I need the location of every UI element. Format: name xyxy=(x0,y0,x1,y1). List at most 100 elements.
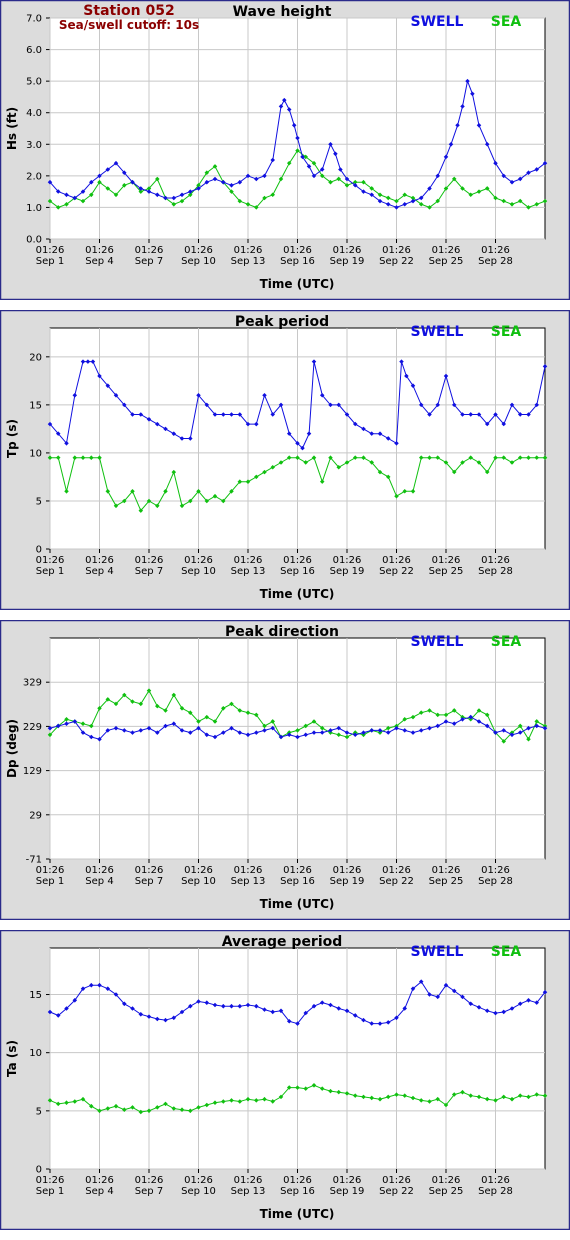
x-tick-time: 01:26 xyxy=(135,865,164,876)
x-tick-date: Sep 25 xyxy=(429,1186,464,1197)
x-tick-date: Sep 19 xyxy=(330,1186,365,1197)
legend-sea: SEA xyxy=(491,14,522,30)
x-tick-date: Sep 28 xyxy=(478,876,513,887)
peak-direction-panel: -71 29 129 229 329 01:26 Sep 1 01:26 Sep 4 01:26 S… xyxy=(0,619,570,921)
x-tick-time: 01:26 xyxy=(283,555,312,566)
x-tick-time: 01:26 xyxy=(234,865,263,876)
x-tick-time: 01:26 xyxy=(36,1175,65,1186)
legend-swell: SWELL xyxy=(411,634,464,650)
x-tick-time: 01:26 xyxy=(36,865,65,876)
x-axis-label: Time (UTC) xyxy=(260,1207,335,1221)
x-tick-time: 01:26 xyxy=(382,555,411,566)
x-tick-time: 01:26 xyxy=(481,1175,510,1186)
x-tick-time: 01:26 xyxy=(184,245,213,256)
y-tick-label: 5.0 xyxy=(26,77,42,88)
x-tick-time: 01:26 xyxy=(481,865,510,876)
x-tick-date: Sep 7 xyxy=(135,256,163,267)
x-tick-date: Sep 16 xyxy=(280,256,315,267)
x-tick-time: 01:26 xyxy=(234,1175,263,1186)
y-tick-label: 5 xyxy=(36,496,42,507)
x-tick-date: Sep 22 xyxy=(379,566,414,577)
x-tick-date: Sep 22 xyxy=(379,876,414,887)
x-tick-date: Sep 19 xyxy=(330,256,365,267)
x-tick-date: Sep 25 xyxy=(429,876,464,887)
x-tick-time: 01:26 xyxy=(333,245,362,256)
peak-direction-chart: -712912922932901:26Sep 101:26Sep 401:26S… xyxy=(0,619,570,921)
x-tick-time: 01:26 xyxy=(135,555,164,566)
x-tick-time: 01:26 xyxy=(234,555,263,566)
x-tick-date: Sep 1 xyxy=(36,1186,64,1197)
legend-sea: SEA xyxy=(491,324,522,340)
x-tick-date: Sep 4 xyxy=(85,876,113,887)
chart-title: Peak direction xyxy=(225,624,339,640)
x-tick-time: 01:26 xyxy=(382,1175,411,1186)
x-tick-date: Sep 16 xyxy=(280,1186,315,1197)
x-tick-date: Sep 28 xyxy=(478,1186,513,1197)
legend-sea: SEA xyxy=(491,634,522,650)
x-tick-time: 01:26 xyxy=(184,555,213,566)
y-tick-label: -71 xyxy=(26,855,42,866)
x-tick-date: Sep 7 xyxy=(135,876,163,887)
x-tick-time: 01:26 xyxy=(333,1175,362,1186)
x-tick-time: 01:26 xyxy=(382,865,411,876)
x-tick-time: 01:26 xyxy=(184,1175,213,1186)
y-tick-label: 6.0 xyxy=(26,45,42,56)
chart-title: Wave height xyxy=(233,4,332,20)
legend-swell: SWELL xyxy=(411,324,464,340)
legend-swell: SWELL xyxy=(411,14,464,30)
legend-swell: SWELL xyxy=(411,944,464,960)
x-tick-date: Sep 16 xyxy=(280,566,315,577)
x-tick-date: Sep 25 xyxy=(429,566,464,577)
y-tick-label: 2.0 xyxy=(26,171,42,182)
x-tick-time: 01:26 xyxy=(85,1175,114,1186)
x-tick-date: Sep 1 xyxy=(36,566,64,577)
y-tick-label: 10 xyxy=(29,1048,42,1059)
y-tick-label: 0.0 xyxy=(26,235,42,246)
y-tick-label: 15 xyxy=(29,990,42,1001)
x-tick-date: Sep 13 xyxy=(231,256,266,267)
x-tick-time: 01:26 xyxy=(333,555,362,566)
x-tick-date: Sep 13 xyxy=(231,566,266,577)
x-tick-date: Sep 1 xyxy=(36,876,64,887)
y-tick-label: 20 xyxy=(29,352,42,363)
average-period-panel: 0 5 10 15 01:26 Sep 1 01:26 Sep 4 01:26 Sep 7 01:2… xyxy=(0,929,570,1231)
y-tick-label: 29 xyxy=(29,810,42,821)
x-tick-time: 01:26 xyxy=(432,555,461,566)
x-tick-date: Sep 1 xyxy=(36,256,64,267)
x-tick-date: Sep 22 xyxy=(379,1186,414,1197)
x-tick-date: Sep 19 xyxy=(330,566,365,577)
x-tick-time: 01:26 xyxy=(36,245,65,256)
x-tick-date: Sep 19 xyxy=(330,876,365,887)
x-tick-date: Sep 13 xyxy=(231,1186,266,1197)
y-axis-label: Ta (s) xyxy=(5,1040,19,1077)
x-tick-time: 01:26 xyxy=(481,555,510,566)
x-tick-time: 01:26 xyxy=(283,1175,312,1186)
x-tick-time: 01:26 xyxy=(382,245,411,256)
wave-height-panel: 0.0 1.0 2.0 3.0 4.0 5.0 6.0 7.0 01:26 Sep 1 01:26 S… xyxy=(0,0,570,301)
x-tick-time: 01:26 xyxy=(432,1175,461,1186)
x-tick-time: 01:26 xyxy=(85,245,114,256)
wave-height-chart: 0.01.02.03.04.05.06.07.001:26Sep 101:26S… xyxy=(0,0,570,301)
y-tick-label: 10 xyxy=(29,448,42,459)
peak-period-panel: 0 5 10 15 20 01:26 Sep 1 01:26 Sep 4 01:26 Sep 7 01… xyxy=(0,309,570,611)
x-tick-date: Sep 4 xyxy=(85,256,113,267)
chart-page: 0.0 1.0 2.0 3.0 4.0 5.0 6.0 7.0 01:26 Sep 1 01:26 S… xyxy=(0,0,570,1240)
y-axis-label: Tp (s) xyxy=(5,419,19,458)
x-axis-label: Time (UTC) xyxy=(260,587,335,601)
x-tick-time: 01:26 xyxy=(85,555,114,566)
x-tick-date: Sep 4 xyxy=(85,566,113,577)
x-tick-date: Sep 28 xyxy=(478,256,513,267)
x-tick-date: Sep 13 xyxy=(231,876,266,887)
station-label: Station 052 xyxy=(83,3,174,19)
x-tick-date: Sep 16 xyxy=(280,876,315,887)
cutoff-label: Sea/swell cutoff: 10s xyxy=(59,18,199,32)
x-tick-date: Sep 10 xyxy=(181,876,216,887)
y-tick-label: 329 xyxy=(23,678,42,689)
x-tick-time: 01:26 xyxy=(333,865,362,876)
x-tick-time: 01:26 xyxy=(432,245,461,256)
x-tick-date: Sep 28 xyxy=(478,566,513,577)
y-tick-label: 5 xyxy=(36,1106,42,1117)
x-axis-label: Time (UTC) xyxy=(260,277,335,291)
x-tick-date: Sep 4 xyxy=(85,1186,113,1197)
y-tick-label: 0 xyxy=(36,545,42,556)
